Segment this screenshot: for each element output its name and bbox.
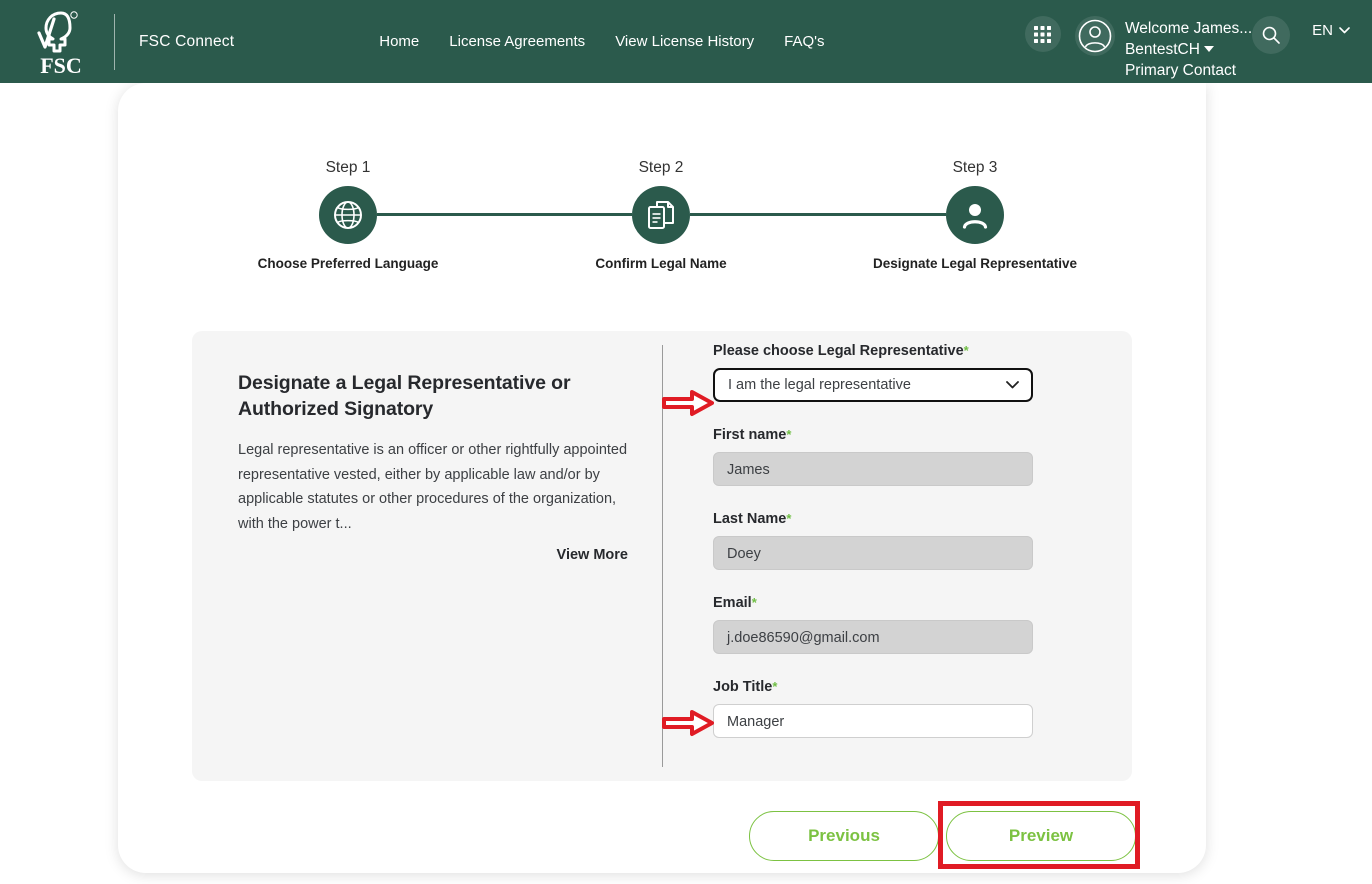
search-icon[interactable] [1252,16,1291,54]
required-marker: * [786,511,792,526]
label-email: Email* [713,595,757,611]
chevron-down-icon [1006,381,1019,389]
annotation-arrow-job-title [662,709,714,737]
step-2-number: Step 2 [638,159,684,176]
label-job-title: Job Title* [713,679,778,695]
required-marker: * [751,595,757,610]
legal-representative-select-value: I am the legal representative [728,377,911,393]
svg-text:FSC: FSC [40,53,82,77]
previous-button[interactable]: Previous [749,811,939,861]
job-title-input[interactable]: Manager [713,704,1033,738]
globe-icon [319,186,377,244]
brand-name: FSC Connect [139,32,235,50]
site-header: FSC FSC Connect Home License Agreements … [0,0,1372,83]
header-right-cluster: Welcome James... BentestCH Primary Conta… [1024,0,1372,83]
welcome-line-1: Welcome James... [1124,20,1253,37]
label-first-name: First name* [713,427,792,443]
stepper-connector-1-2 [377,213,632,216]
welcome-line-2: BentestCH [1124,41,1200,58]
panel-form-column: Please choose Legal Representative* I am… [713,343,1033,738]
legal-representative-select[interactable]: I am the legal representative [713,368,1033,402]
user-avatar-icon[interactable] [1074,16,1115,56]
stepper-connector-2-3 [690,213,946,216]
first-name-input[interactable]: James [713,452,1033,486]
step-1-number: Step 1 [325,159,371,176]
chevron-down-icon[interactable] [1203,46,1214,52]
step-2-label: Confirm Legal Name [595,256,727,271]
documents-icon [632,186,690,244]
brand-area[interactable]: FSC FSC Connect [0,0,234,83]
field-email: Email* j.doe86590@gmail.com [713,595,1033,654]
required-marker: * [786,427,792,442]
language-selector[interactable]: EN [1312,16,1350,39]
step-1-label: Choose Preferred Language [257,256,439,271]
panel-info-column: Designate a Legal Representative or Auth… [238,370,638,563]
nav-item-view-license-history[interactable]: View License History [615,33,754,50]
page-card: Step 1 Choose Preferred Language Step 2 [118,83,1206,873]
panel-title: Designate a Legal Representative or Auth… [238,372,571,420]
last-name-input[interactable]: Doey [713,536,1033,570]
field-first-name: First name* James [713,427,1033,486]
user-menu[interactable]: Welcome James... BentestCH Primary Conta… [1125,16,1252,81]
fsc-logo-icon[interactable]: FSC [30,7,92,77]
person-icon [946,186,1004,244]
email-input[interactable]: j.doe86590@gmail.com [713,620,1033,654]
main-nav: Home License Agreements View License His… [379,0,824,83]
brand-divider [114,13,115,70]
progress-stepper: Step 1 Choose Preferred Language Step 2 [118,159,1206,271]
nav-item-home[interactable]: Home [379,33,419,50]
field-last-name: Last Name* Doey [713,511,1033,570]
chevron-down-icon [1339,27,1350,34]
required-marker: * [963,343,969,358]
form-actions: Previous Preview [118,807,1206,867]
label-legal-representative: Please choose Legal Representative* [713,343,969,359]
field-job-title: Job Title* Manager [713,679,1033,738]
step-3-number: Step 3 [952,159,998,176]
welcome-line-3: Primary Contact [1124,62,1237,79]
nav-item-license-agreements[interactable]: License Agreements [449,33,585,50]
nav-item-faqs[interactable]: FAQ's [784,33,824,50]
language-value: EN [1312,22,1333,39]
required-marker: * [772,679,778,694]
panel-description: Legal representative is an officer or ot… [238,442,628,532]
label-last-name: Last Name* [713,511,792,527]
preview-button[interactable]: Preview [946,811,1136,861]
view-more-link[interactable]: View More [238,547,638,563]
grid-apps-icon[interactable] [1024,16,1061,52]
step-3-label: Designate Legal Representative [872,256,1078,271]
annotation-arrow-legal-representative [662,389,714,417]
field-legal-representative: Please choose Legal Representative* I am… [713,343,1033,402]
